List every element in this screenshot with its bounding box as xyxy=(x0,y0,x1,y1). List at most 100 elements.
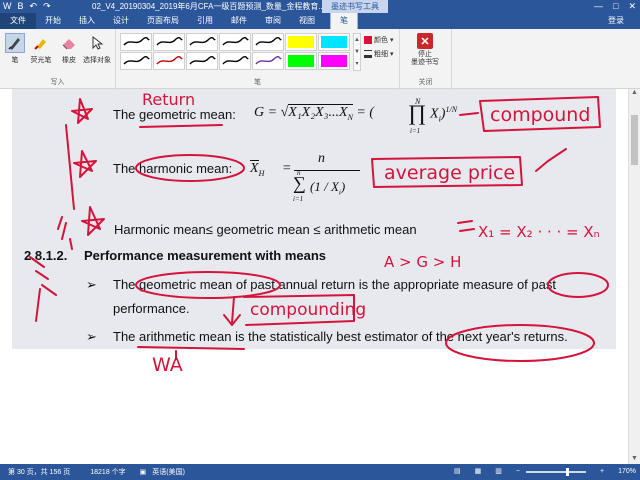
stop-inking-button[interactable]: ✕ 停止 墨迹书写 xyxy=(407,33,443,67)
pen-preset-1[interactable] xyxy=(120,33,152,51)
tab-insert[interactable]: 插入 xyxy=(70,13,104,29)
proofing-icon[interactable]: ▣ xyxy=(140,468,147,476)
print-layout-icon[interactable]: ▦ xyxy=(475,464,482,480)
pen-stroke-icon xyxy=(255,56,282,65)
pen-stroke-icon xyxy=(123,37,150,46)
scroll-thumb[interactable] xyxy=(631,115,638,165)
pen-preset-4[interactable] xyxy=(219,33,251,51)
pen-preset-6[interactable] xyxy=(285,33,317,51)
bullet1-line1: The geometric mean of past annual return… xyxy=(113,277,556,292)
tab-layout[interactable]: 页面布局 xyxy=(138,13,188,29)
status-bar: 第 30 页，共 156 页 18218 个字 ▣ 英语(美国) ▤ ▦ ▥ −… xyxy=(0,464,640,480)
geometric-mean-label: The geometric mean: xyxy=(113,107,236,122)
ink-text-wa: WA xyxy=(152,354,183,376)
color-swatch-icon xyxy=(364,36,372,44)
geometric-mean-formula: G = √X₁X₂X₃...XN = ( xyxy=(254,104,375,122)
pen-stroke-icon xyxy=(222,37,249,46)
tab-file[interactable]: 文件 xyxy=(0,13,36,29)
web-layout-icon[interactable]: ▥ xyxy=(495,464,502,480)
harmonic-mean-label: The harmonic mean: xyxy=(113,161,233,176)
login-link[interactable]: 登录 xyxy=(608,13,624,29)
zoom-out-icon[interactable]: − xyxy=(516,464,520,480)
undo-icon[interactable]: ↶ xyxy=(30,0,38,13)
tab-pens[interactable]: 笔 xyxy=(330,13,358,29)
thickness-icon xyxy=(364,50,372,58)
harmonic-denominator: (1 / Xi) xyxy=(310,179,346,197)
pen-preset-11[interactable] xyxy=(219,52,251,70)
fraction-bar xyxy=(294,170,360,171)
section-title: Performance measurement with means xyxy=(84,248,327,263)
tab-home[interactable]: 开始 xyxy=(36,13,70,29)
pen-preset-12[interactable] xyxy=(252,52,284,70)
pen-stroke-icon xyxy=(156,56,183,65)
pen-preset-5[interactable] xyxy=(252,33,284,51)
tab-design[interactable]: 设计 xyxy=(104,13,138,29)
pen-stroke-icon xyxy=(222,56,249,65)
bullet2-text: The arithmetic mean is the statistically… xyxy=(113,329,568,344)
maximize-icon[interactable]: □ xyxy=(613,0,618,13)
highlighter-swatch xyxy=(321,55,347,67)
pen-options: 颜色 ▾ 粗细 ▾ xyxy=(364,35,394,59)
bullet1-line2: performance. xyxy=(113,301,190,316)
pen-stroke-icon xyxy=(156,37,183,46)
tab-references[interactable]: 引用 xyxy=(188,13,222,29)
pen-stroke-icon xyxy=(189,56,216,65)
pen-stroke-icon xyxy=(189,37,216,46)
pen-preset-9[interactable] xyxy=(153,52,185,70)
word-count[interactable]: 18218 个字 xyxy=(90,467,125,477)
read-mode-icon[interactable]: ▤ xyxy=(454,464,461,480)
scroll-up-icon[interactable]: ▲ xyxy=(629,89,640,96)
zoom-slider[interactable] xyxy=(526,468,586,476)
close-icon[interactable]: ✕ xyxy=(628,0,636,13)
scroll-down-icon[interactable]: ▼ xyxy=(629,455,640,462)
document-title: 02_V4_20190304_2019年6月CFA一级百题预测_数量_金程教育.… xyxy=(92,2,325,11)
pen-preset-10[interactable] xyxy=(186,52,218,70)
title-bar: W B ↶ ↷ 02_V4_20190304_2019年6月CFA一级百题预测_… xyxy=(0,0,640,13)
highlighter-icon xyxy=(31,33,51,53)
document-area[interactable]: The geometric mean: G = √X₁X₂X₃...XN = (… xyxy=(0,89,628,464)
pen-color-dropdown[interactable]: 颜色 ▾ xyxy=(364,35,394,45)
pen-preset-7[interactable] xyxy=(318,33,350,51)
select-objects-button[interactable]: 选择对象 xyxy=(83,33,111,65)
save-icon[interactable]: B xyxy=(18,0,24,13)
page-count[interactable]: 第 30 页，共 156 页 xyxy=(8,467,70,477)
zoom-slider-thumb[interactable] xyxy=(566,468,569,476)
harmonic-lhs: XH xyxy=(250,160,265,178)
pen-stroke-icon xyxy=(123,56,150,65)
pens-group-label: 笔 xyxy=(254,79,261,86)
tab-view[interactable]: 视图 xyxy=(290,13,324,29)
zoom-level[interactable]: 170% xyxy=(618,464,636,480)
highlighted-region xyxy=(12,89,616,349)
gallery-more-button[interactable]: ▲ ▼ ▾ xyxy=(353,33,361,71)
highlighter-button[interactable]: 荧光笔 xyxy=(28,33,54,65)
product-term: Xi)1/N xyxy=(430,105,458,124)
sum-lower-limit: i=1 xyxy=(293,195,304,203)
pen-preset-13[interactable] xyxy=(285,52,317,70)
sum-symbol: ∑ xyxy=(293,173,306,193)
minimize-icon[interactable]: — xyxy=(594,0,603,13)
pen-thickness-dropdown[interactable]: 粗细 ▾ xyxy=(364,49,394,59)
redo-icon[interactable]: ↷ xyxy=(43,0,51,13)
pen-preset-14[interactable] xyxy=(318,52,350,70)
mean-inequality: Harmonic mean≤ geometric mean ≤ arithmet… xyxy=(114,222,417,237)
pen-button[interactable]: 笔 xyxy=(2,33,28,65)
stop-x-icon: ✕ xyxy=(417,33,433,49)
harmonic-numerator: n xyxy=(318,151,325,166)
language[interactable]: 英语(美国) xyxy=(152,467,185,477)
pen-gallery xyxy=(120,33,352,71)
eraser-button[interactable]: 橡皮 xyxy=(56,33,82,65)
pen-preset-8[interactable] xyxy=(120,52,152,70)
write-group-label: 写入 xyxy=(50,79,65,86)
window-controls: — □ ✕ xyxy=(594,0,636,13)
vertical-scrollbar[interactable]: ▲ ▼ xyxy=(628,89,640,464)
write-group: 笔 荧光笔 橡皮 选择对象 写入 xyxy=(0,29,116,89)
highlighter-swatch xyxy=(288,36,314,48)
ink-tools-context-label: 墨迹书写工具 xyxy=(322,0,388,13)
pen-preset-3[interactable] xyxy=(186,33,218,51)
tab-review[interactable]: 审阅 xyxy=(256,13,290,29)
eraser-icon xyxy=(59,33,79,53)
harmonic-equals: = xyxy=(282,161,292,176)
zoom-in-icon[interactable]: + xyxy=(600,464,604,480)
tab-mailings[interactable]: 邮件 xyxy=(222,13,256,29)
pen-preset-2[interactable] xyxy=(153,33,185,51)
